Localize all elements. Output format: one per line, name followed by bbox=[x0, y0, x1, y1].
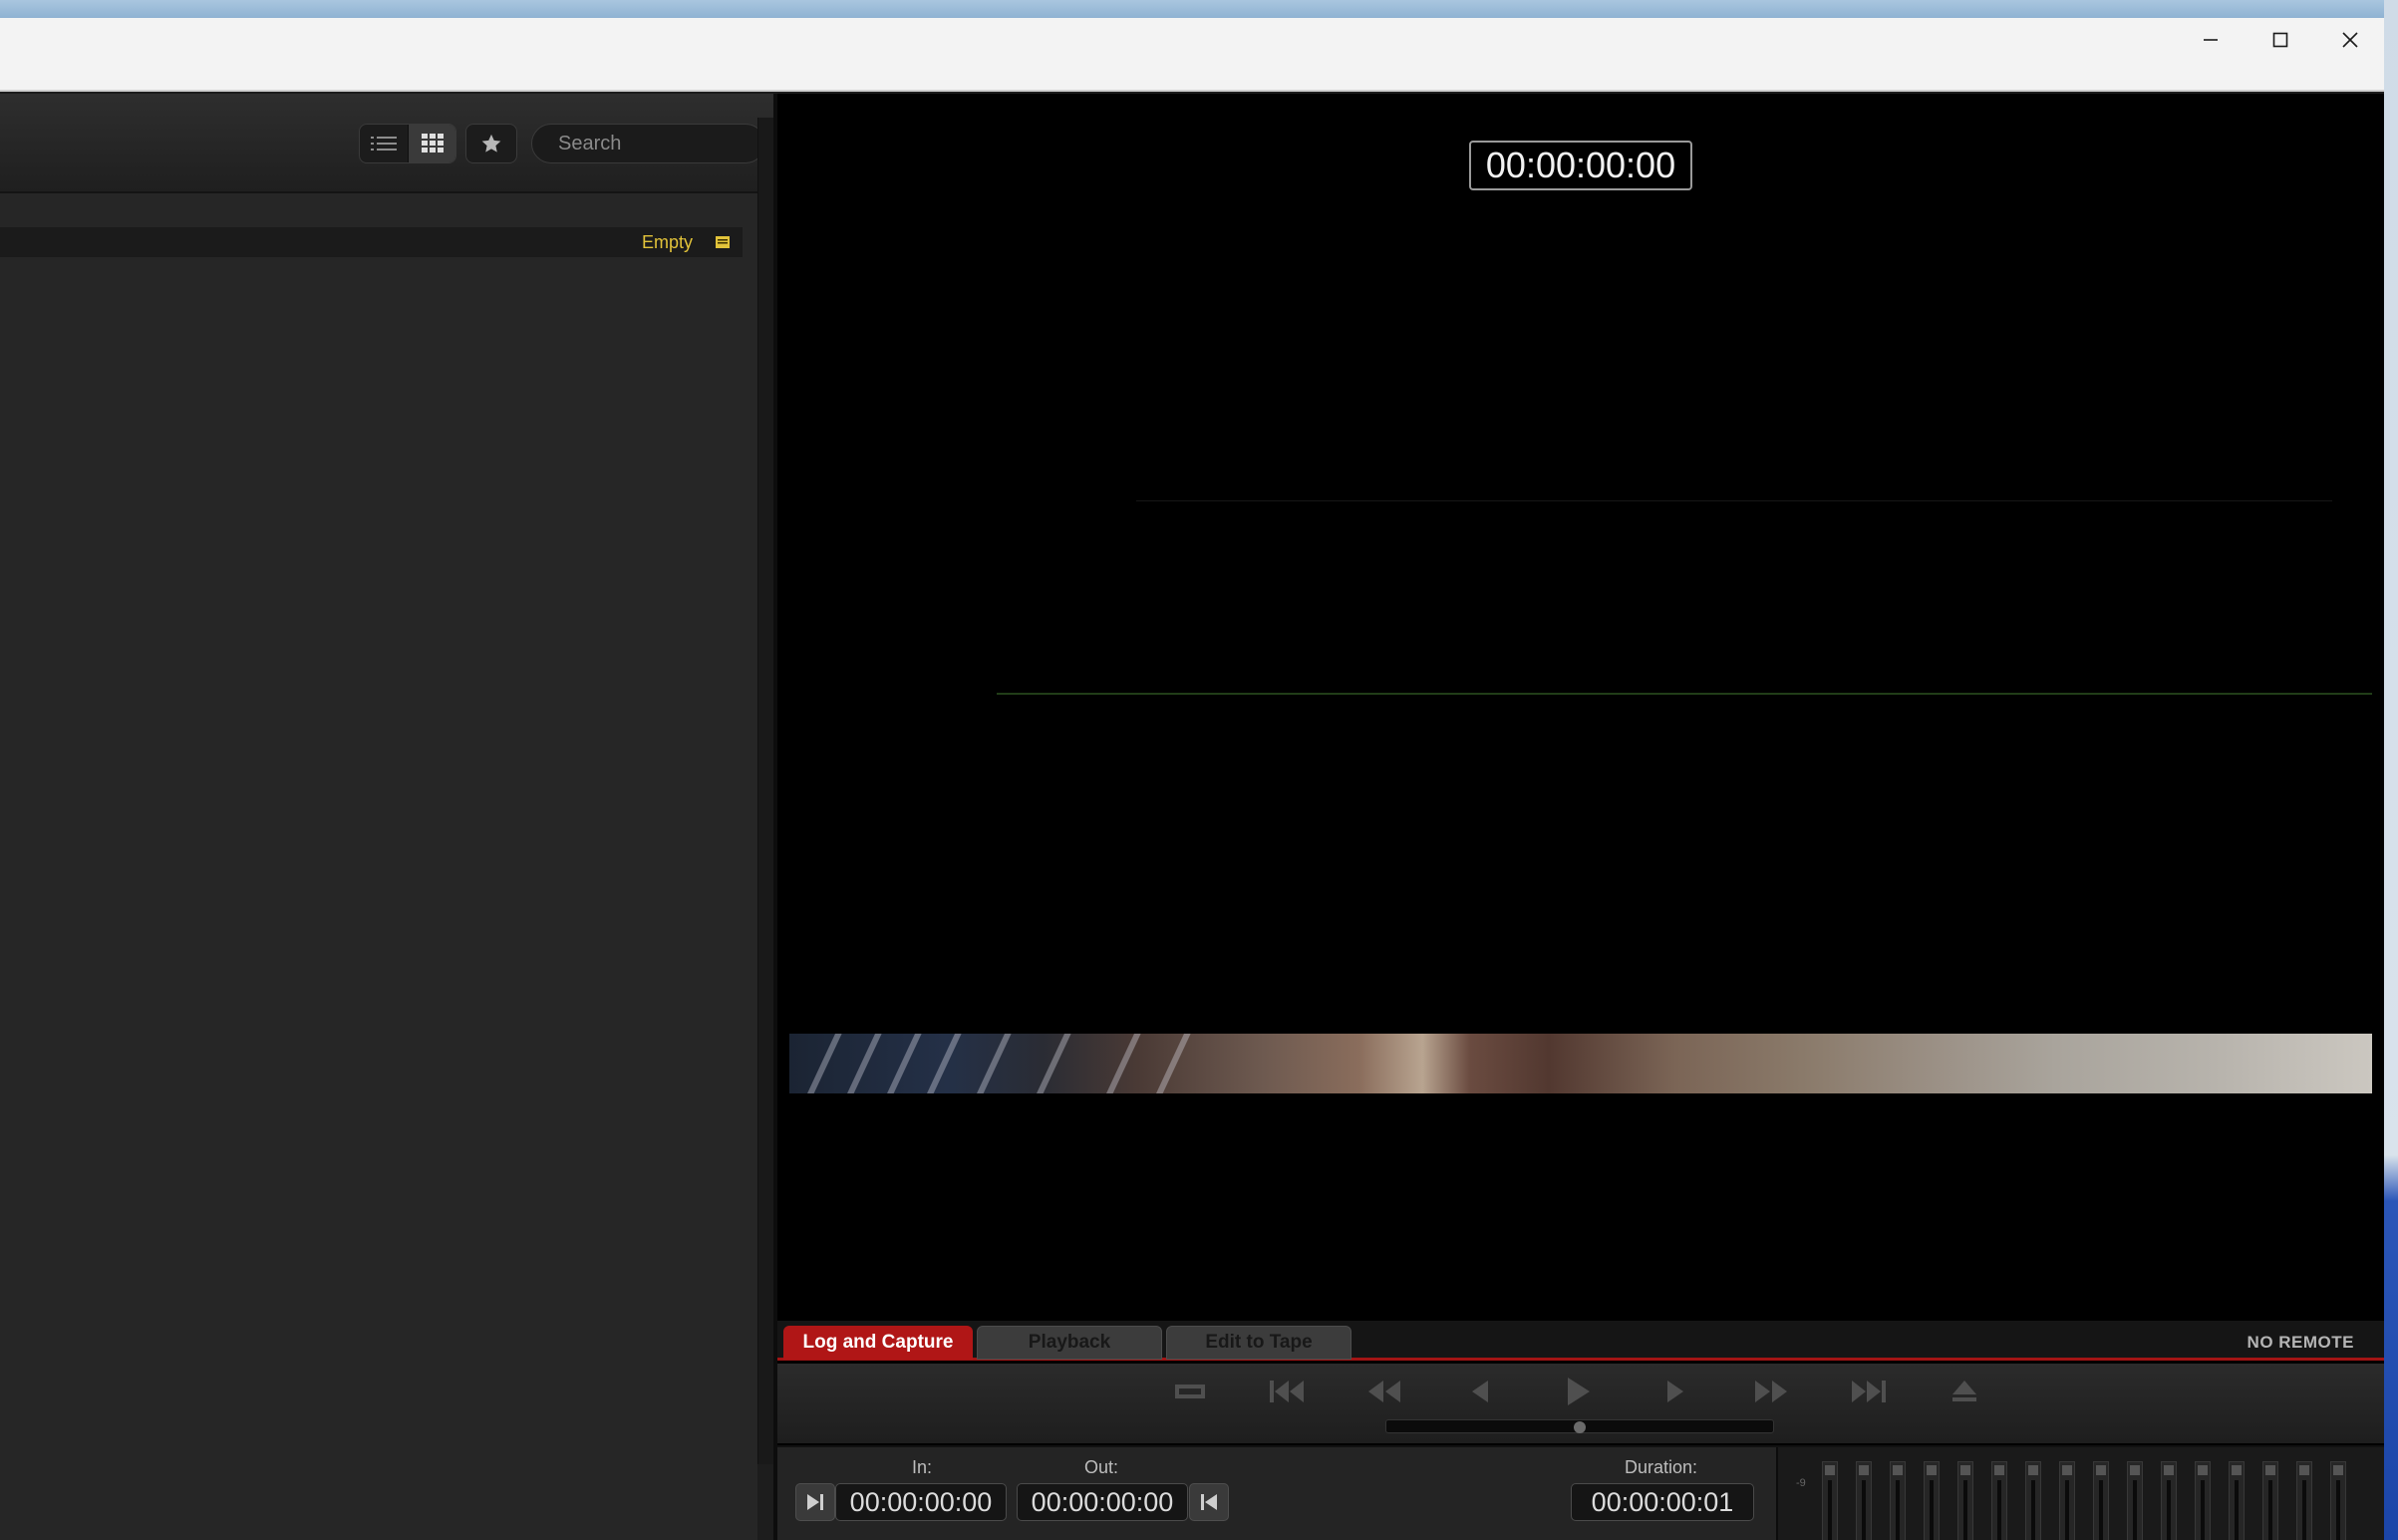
tab-playback[interactable]: Playback bbox=[977, 1326, 1162, 1360]
jog-shuttle-handle[interactable] bbox=[1574, 1421, 1586, 1433]
list-view-icon bbox=[371, 137, 397, 151]
search-input[interactable] bbox=[558, 132, 748, 155]
remote-status: NO REMOTE bbox=[2247, 1333, 2354, 1352]
maximize-button[interactable] bbox=[2246, 18, 2315, 62]
capture-viewer-panel: 00:00:00:00 Log and Capture Playback Edi… bbox=[777, 94, 2384, 1540]
mode-tab-bar: Log and Capture Playback Edit to Tape NO… bbox=[777, 1321, 2384, 1361]
rewind-icon bbox=[1368, 1381, 1400, 1402]
go-to-in-icon bbox=[807, 1494, 823, 1510]
meter-scale-label: -9 bbox=[1796, 1477, 1806, 1489]
loop-icon bbox=[1175, 1385, 1205, 1398]
fast-forward-icon bbox=[1755, 1381, 1787, 1402]
search-box[interactable] bbox=[531, 124, 765, 163]
fast-forward-button[interactable] bbox=[1746, 1372, 1796, 1411]
audio-meter-channel bbox=[1890, 1461, 1906, 1540]
folder-icon[interactable] bbox=[715, 234, 731, 250]
rewind-button[interactable] bbox=[1359, 1372, 1409, 1411]
audio-meter-channel bbox=[2195, 1461, 2211, 1540]
play-icon bbox=[1568, 1378, 1590, 1405]
eject-button[interactable] bbox=[1940, 1372, 1989, 1411]
favorites-button[interactable] bbox=[465, 124, 517, 163]
timecode-panel: In: Out: Duration: 00:00:00:00 00:00:00:… bbox=[777, 1445, 2384, 1540]
step-forward-button[interactable] bbox=[1649, 1372, 1699, 1411]
go-to-end-button[interactable] bbox=[1843, 1372, 1893, 1411]
grid-view-icon bbox=[421, 134, 444, 153]
audio-meter-channel bbox=[2127, 1461, 2143, 1540]
video-preview-strip bbox=[789, 1034, 2372, 1093]
view-toggle-group bbox=[359, 124, 456, 163]
eject-icon bbox=[1952, 1381, 1976, 1401]
bin-header: Empty bbox=[0, 227, 743, 257]
app-window: Empty 00:00:00:00 Log and Capture Playb bbox=[0, 18, 2384, 1540]
transport-controls bbox=[777, 1364, 2384, 1443]
tab-edit-to-tape[interactable]: Edit to Tape bbox=[1166, 1326, 1351, 1360]
play-button[interactable] bbox=[1553, 1372, 1603, 1411]
video-artifact-line-green bbox=[997, 693, 2372, 695]
audio-meter-channel bbox=[2229, 1461, 2245, 1540]
favorites-button-inner[interactable] bbox=[466, 125, 516, 162]
audio-meter-channel bbox=[1924, 1461, 1940, 1540]
audio-meter-channel bbox=[1856, 1461, 1872, 1540]
audio-meters: -9 bbox=[1776, 1447, 2384, 1540]
minimize-button[interactable] bbox=[2176, 18, 2246, 62]
browser-scrollbar[interactable] bbox=[757, 118, 773, 1464]
step-back-icon bbox=[1472, 1381, 1488, 1402]
audio-meter-channel bbox=[2296, 1461, 2312, 1540]
in-label: In: bbox=[912, 1457, 933, 1477]
go-to-out-button[interactable] bbox=[1189, 1483, 1229, 1521]
bin-status-label: Empty bbox=[641, 232, 693, 252]
browser-toolbar bbox=[0, 94, 773, 193]
desktop-background-edge bbox=[2384, 0, 2398, 1540]
tab-log-and-capture[interactable]: Log and Capture bbox=[783, 1326, 973, 1360]
close-icon bbox=[2342, 32, 2358, 48]
list-view-button[interactable] bbox=[360, 125, 408, 162]
duration-label: Duration: bbox=[1625, 1457, 1698, 1477]
desktop-background bbox=[0, 0, 2398, 18]
maximize-icon bbox=[2272, 32, 2288, 48]
duration-timecode-field[interactable]: 00:00:00:01 bbox=[1571, 1483, 1754, 1521]
audio-meter-channel bbox=[2262, 1461, 2278, 1540]
minimize-icon bbox=[2204, 39, 2218, 41]
audio-meter-channel bbox=[2330, 1461, 2346, 1540]
audio-meter-channel bbox=[2059, 1461, 2075, 1540]
viewer-timecode: 00:00:00:00 bbox=[1469, 141, 1692, 190]
out-timecode-field[interactable]: 00:00:00:00 bbox=[1017, 1483, 1188, 1521]
audio-meter-channel bbox=[1957, 1461, 1973, 1540]
jog-shuttle-slider[interactable] bbox=[1385, 1419, 1774, 1433]
close-button[interactable] bbox=[2315, 18, 2384, 62]
title-bar bbox=[0, 18, 2384, 92]
audio-meter-channel bbox=[1991, 1461, 2007, 1540]
audio-meter-channel bbox=[2025, 1461, 2041, 1540]
go-to-end-icon bbox=[1852, 1381, 1886, 1402]
in-timecode-field[interactable]: 00:00:00:00 bbox=[835, 1483, 1007, 1521]
go-to-start-icon bbox=[1270, 1381, 1304, 1402]
go-to-out-icon bbox=[1201, 1494, 1217, 1510]
step-back-button[interactable] bbox=[1456, 1372, 1506, 1411]
loop-button[interactable] bbox=[1166, 1372, 1216, 1411]
video-artifact-line bbox=[1136, 500, 2332, 501]
grid-view-button[interactable] bbox=[408, 125, 455, 162]
audio-meter-channel bbox=[1822, 1461, 1838, 1540]
go-to-start-button[interactable] bbox=[1263, 1372, 1313, 1411]
out-label: Out: bbox=[1084, 1457, 1119, 1477]
star-icon bbox=[481, 134, 501, 153]
go-to-in-button[interactable] bbox=[795, 1483, 835, 1521]
step-forward-icon bbox=[1667, 1381, 1683, 1402]
audio-meter-channel bbox=[2093, 1461, 2109, 1540]
audio-meter-channel bbox=[2161, 1461, 2177, 1540]
media-browser-panel: Empty bbox=[0, 94, 773, 1540]
